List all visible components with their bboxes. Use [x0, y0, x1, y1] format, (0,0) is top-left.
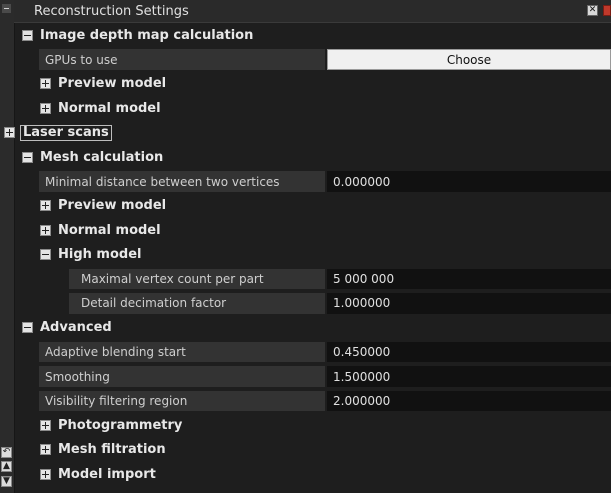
decimation-field[interactable]: 1.000000: [327, 293, 611, 314]
expand-icon[interactable]: [40, 200, 51, 212]
prop-decimation: Detail decimation factor 1.000000: [14, 291, 611, 315]
expand-icon[interactable]: [40, 468, 51, 480]
undo-icon[interactable]: ↶: [1, 447, 12, 458]
group-image-depth[interactable]: Image depth map calculation: [14, 23, 611, 47]
group-label: Preview model: [58, 76, 167, 92]
expand-icon[interactable]: [40, 102, 51, 114]
panel-title: Reconstruction Settings: [34, 3, 189, 19]
prop-smoothing: Smoothing 1.500000: [14, 364, 611, 388]
prop-min-distance: Minimal distance between two vertices 0.…: [14, 169, 611, 193]
group-label: Photogrammetry: [58, 417, 183, 433]
prop-label: Detail decimation factor: [69, 293, 325, 314]
collapse-icon[interactable]: [22, 151, 33, 163]
group-depth-preview[interactable]: Preview model: [14, 72, 611, 96]
expand-icon[interactable]: [40, 444, 51, 456]
move-up-icon[interactable]: ▲: [1, 461, 12, 472]
group-mesh-calculation[interactable]: Mesh calculation: [14, 145, 611, 169]
expand-icon[interactable]: [40, 78, 51, 90]
smoothing-field[interactable]: 1.500000: [327, 366, 611, 387]
visibility-filtering-field[interactable]: 2.000000: [327, 390, 611, 412]
prop-label: GPUs to use: [39, 49, 325, 70]
group-mesh-filtration[interactable]: Mesh filtration: [14, 438, 611, 462]
group-mesh-high[interactable]: High model: [14, 243, 611, 267]
group-label: Mesh filtration: [58, 442, 166, 458]
group-laser-scans[interactable]: Laser scans: [4, 121, 611, 145]
prop-adaptive-blending: Adaptive blending start 0.450000: [14, 340, 611, 364]
group-mesh-preview[interactable]: Preview model: [14, 194, 611, 218]
expand-icon[interactable]: [40, 224, 51, 236]
group-label: Laser scans: [20, 124, 112, 141]
group-label: Normal model: [58, 100, 161, 116]
expand-icon[interactable]: [40, 419, 51, 431]
group-depth-normal[interactable]: Normal model: [14, 96, 611, 120]
group-model-import[interactable]: Model import: [14, 462, 611, 486]
prop-label: Adaptive blending start: [39, 342, 325, 363]
left-gutter: ↶ ▲ ▼: [0, 0, 15, 493]
panel-titlebar: Reconstruction Settings ✕: [14, 0, 611, 23]
group-label: Image depth map calculation: [40, 27, 254, 43]
collapse-panel-icon[interactable]: [2, 4, 11, 13]
group-advanced[interactable]: Advanced: [14, 316, 611, 340]
collapse-icon[interactable]: [22, 322, 33, 334]
collapse-icon[interactable]: [40, 249, 51, 261]
group-photogrammetry[interactable]: Photogrammetry: [14, 413, 611, 437]
reconstruction-settings-panel: Reconstruction Settings ✕ Image depth ma…: [4, 0, 611, 493]
adaptive-blending-field[interactable]: 0.450000: [327, 342, 611, 363]
min-distance-field[interactable]: 0.000000: [327, 171, 611, 192]
prop-label: Smoothing: [39, 366, 325, 387]
group-label: Normal model: [58, 222, 161, 238]
close-icon[interactable]: [603, 5, 611, 16]
collapse-icon[interactable]: [22, 29, 33, 41]
move-down-icon[interactable]: ▼: [1, 476, 12, 487]
float-window-icon[interactable]: ✕: [587, 5, 598, 16]
group-label: Model import: [58, 466, 156, 482]
choose-gpus-button[interactable]: Choose: [327, 49, 611, 70]
max-vertex-field[interactable]: 5 000 000: [327, 268, 611, 290]
prop-label: Visibility filtering region: [39, 390, 325, 412]
group-label: Advanced: [40, 320, 112, 336]
prop-visibility-filtering: Visibility filtering region 2.000000: [14, 389, 611, 413]
group-label: High model: [58, 247, 142, 263]
prop-max-vertex: Maximal vertex count per part 5 000 000: [14, 267, 611, 291]
group-label: Preview model: [58, 198, 167, 214]
prop-label: Maximal vertex count per part: [69, 268, 325, 290]
prop-gpus: GPUs to use Choose: [14, 47, 611, 71]
expand-icon[interactable]: [4, 127, 15, 139]
group-mesh-normal[interactable]: Normal model: [14, 218, 611, 242]
group-label: Mesh calculation: [40, 149, 164, 165]
prop-label: Minimal distance between two vertices: [39, 171, 325, 192]
